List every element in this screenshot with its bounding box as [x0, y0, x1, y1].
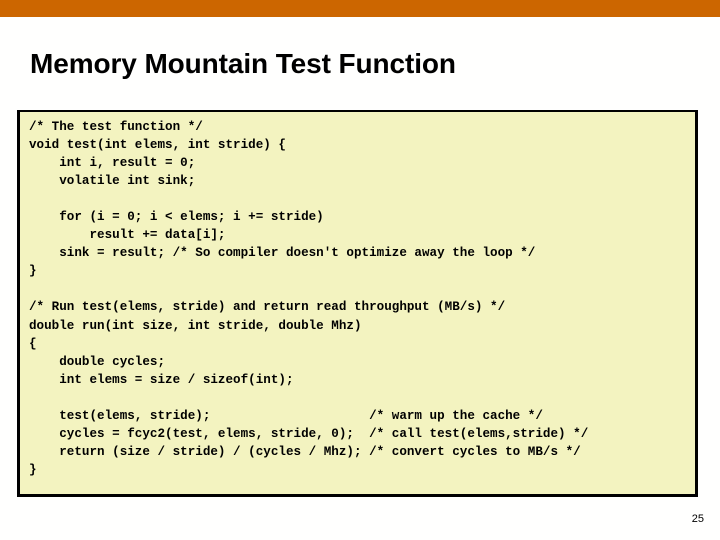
page-title: Memory Mountain Test Function	[30, 48, 456, 79]
slide-number: 25	[691, 513, 704, 525]
slide-canvas: Memory Mountain Test Function /* The tes…	[0, 0, 720, 540]
code-listing-text: /* The test function */ void test(int el…	[29, 120, 589, 477]
accent-band	[0, 0, 720, 17]
code-listing-panel: /* The test function */ void test(int el…	[17, 110, 698, 497]
